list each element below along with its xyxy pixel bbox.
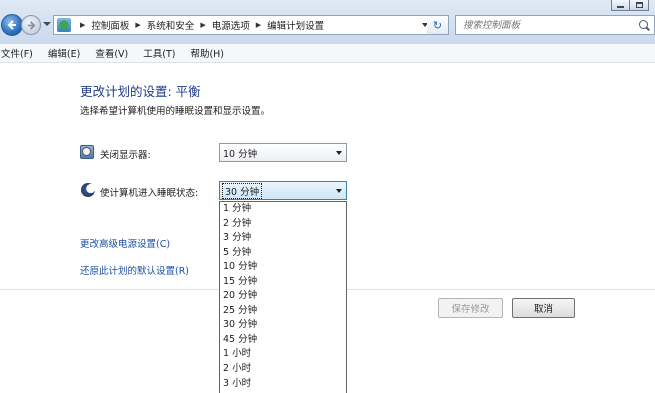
menu-view[interactable]: 查看(V): [95, 46, 128, 60]
page-subtitle: 选择希望计算机使用的睡眠设置和显示设置。: [80, 106, 271, 117]
forward-button[interactable]: [21, 15, 41, 35]
control-panel-icon: [57, 18, 71, 32]
maximize-icon[interactable]: [630, 0, 649, 11]
menu-help[interactable]: 帮助(H): [190, 46, 224, 60]
address-bar[interactable]: ▶ 控制面板 ▶ 系统和安全 ▶ 电源选项 ▶ 编辑计划设置: [53, 15, 433, 35]
recent-pages-dropdown[interactable]: [43, 22, 51, 26]
sleep-options-list[interactable]: 1 分钟 2 分钟 3 分钟 5 分钟 10 分钟 15 分钟 20 分钟 25…: [219, 201, 347, 393]
window-controls: [611, 0, 649, 11]
refresh-button[interactable]: ↻: [427, 15, 449, 35]
search-input[interactable]: [463, 19, 635, 31]
moon-icon: [81, 183, 95, 197]
display-off-value: 10 分钟: [223, 148, 258, 160]
chevron-down-icon: [336, 151, 342, 155]
breadcrumb-control-panel[interactable]: 控制面板: [91, 18, 129, 32]
monitor-clock-icon: [80, 145, 94, 159]
list-item[interactable]: 15 分钟: [220, 275, 346, 290]
sleep-select[interactable]: 30 分钟: [219, 181, 347, 200]
list-item[interactable]: 1 分钟: [220, 202, 346, 217]
title-bar: ▶ 控制面板 ▶ 系统和安全 ▶ 电源选项 ▶ 编辑计划设置 ↻: [0, 0, 655, 44]
list-item[interactable]: 20 分钟: [220, 289, 346, 304]
list-item[interactable]: 3 分钟: [220, 231, 346, 246]
breadcrumb-separator[interactable]: ▶: [200, 21, 205, 29]
list-item[interactable]: 1 小时: [220, 347, 346, 362]
search-box[interactable]: [455, 15, 655, 35]
breadcrumb-separator[interactable]: ▶: [256, 21, 261, 29]
list-item[interactable]: 30 分钟: [220, 318, 346, 333]
search-icon[interactable]: [639, 20, 648, 29]
back-button[interactable]: [1, 14, 23, 36]
breadcrumb-power-options[interactable]: 电源选项: [212, 18, 250, 32]
list-item[interactable]: 10 分钟: [220, 260, 346, 275]
cancel-button[interactable]: 取消: [512, 298, 575, 318]
minimize-icon[interactable]: [611, 0, 630, 11]
breadcrumb-edit-plan[interactable]: 编辑计划设置: [267, 18, 324, 32]
breadcrumb-separator[interactable]: ▶: [80, 21, 85, 29]
breadcrumb-separator[interactable]: ▶: [135, 21, 140, 29]
menu-bar: 文件(F) 编辑(E) 查看(V) 工具(T) 帮助(H): [0, 44, 655, 63]
list-item[interactable]: 2 分钟: [220, 217, 346, 232]
menu-file[interactable]: 文件(F): [1, 46, 33, 60]
breadcrumb-system-security[interactable]: 系统和安全: [147, 18, 195, 32]
list-item[interactable]: 3 小时: [220, 377, 346, 392]
page-title: 更改计划的设置: 平衡: [80, 84, 201, 99]
list-item[interactable]: 25 分钟: [220, 304, 346, 319]
sleep-label: 使计算机进入睡眠状态:: [100, 188, 199, 199]
advanced-power-settings-link[interactable]: 更改高级电源设置(C): [80, 236, 170, 250]
display-off-label: 关闭显示器:: [100, 150, 151, 161]
menu-edit[interactable]: 编辑(E): [48, 46, 80, 60]
list-item[interactable]: 5 分钟: [220, 246, 346, 261]
list-item[interactable]: 2 小时: [220, 362, 346, 377]
arrow-left-icon: [7, 20, 16, 30]
arrow-right-icon: [27, 20, 36, 30]
list-item[interactable]: 45 分钟: [220, 333, 346, 348]
display-off-select[interactable]: 10 分钟: [219, 143, 347, 162]
restore-defaults-link[interactable]: 还原此计划的默认设置(R): [80, 263, 189, 277]
chevron-down-icon: [336, 189, 342, 193]
menu-tools[interactable]: 工具(T): [143, 46, 175, 60]
save-button[interactable]: 保存修改: [438, 298, 503, 318]
sleep-value: 30 分钟: [221, 182, 263, 199]
